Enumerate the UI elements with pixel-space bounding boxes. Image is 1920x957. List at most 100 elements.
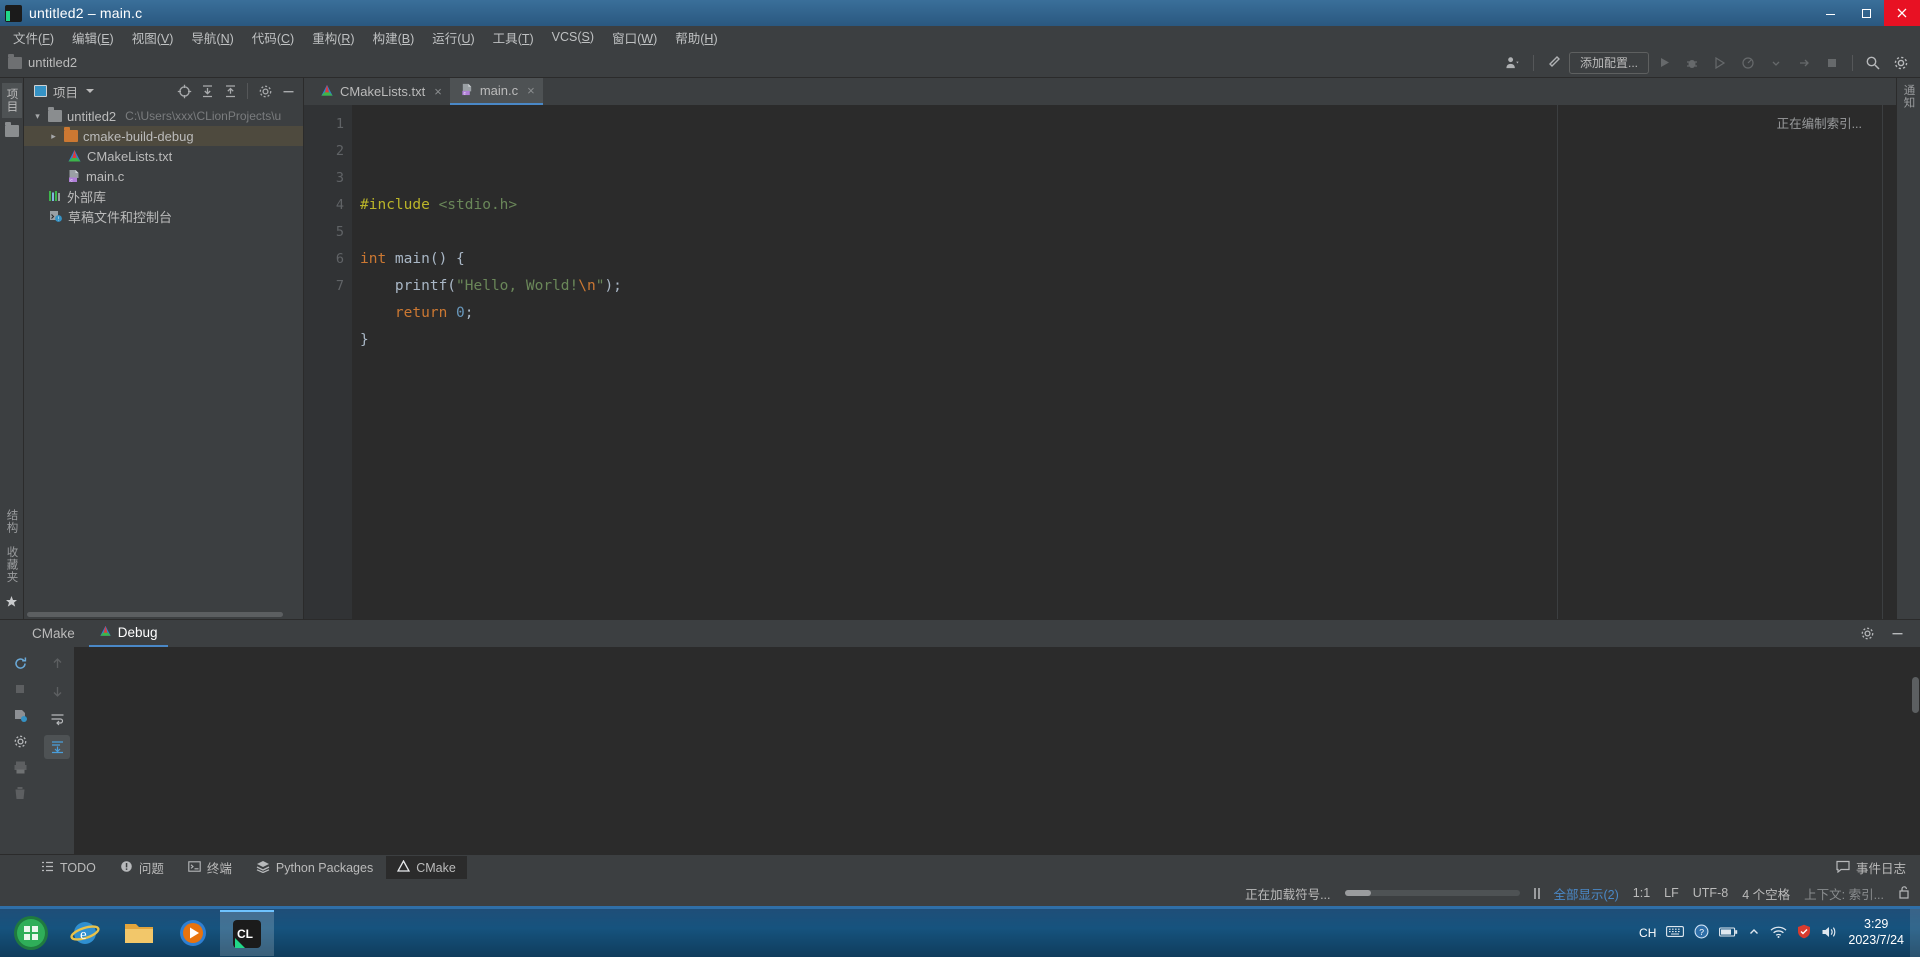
hide-minus-icon[interactable] [1884,622,1910,646]
soft-wrap-icon[interactable] [44,707,70,731]
menu-build[interactable]: 构建(B) [364,26,424,49]
minimize-button[interactable] [1812,0,1848,26]
tree-item-cmake-build-debug[interactable]: ▸ cmake-build-debug [24,126,303,146]
sidebar-item-project[interactable]: 项目 [1,83,22,118]
scroll-up-icon[interactable] [44,651,70,675]
menu-edit[interactable]: 编辑(E) [63,26,123,49]
tree-item-external-libraries[interactable]: 外部库 [24,186,303,206]
chevron-up-icon[interactable] [1748,926,1760,940]
breadcrumb[interactable]: untitled2 [8,53,77,70]
collapse-all-icon[interactable] [219,80,241,102]
tree-item-cmakelists[interactable]: CMakeLists.txt [24,146,303,166]
settings-gear-icon[interactable] [254,80,276,102]
sidebar-item-structure[interactable]: 结构 [4,509,20,534]
line-separator[interactable]: LF [1664,886,1679,900]
menu-run[interactable]: 运行(U) [423,26,483,49]
tab-cmakelists-txt[interactable]: CMakeLists.txt × [310,78,450,105]
maximize-button[interactable] [1848,0,1884,26]
bottom-tab-terminal[interactable]: 终端 [177,854,243,881]
input-method-indicator[interactable]: CH [1639,926,1656,940]
settings-gear-icon[interactable] [7,729,33,753]
tree-item-scratches-consoles[interactable]: ! 草稿文件和控制台 [24,206,303,226]
pause-icon[interactable] [1533,887,1540,899]
lock-icon[interactable] [1898,885,1910,902]
battery-icon[interactable] [1719,926,1738,941]
media-player-icon[interactable] [166,910,220,956]
folder-icon[interactable] [4,122,19,137]
settings-gear-icon[interactable] [1888,51,1914,75]
encoding[interactable]: UTF-8 [1693,886,1728,900]
project-horizontal-scrollbar[interactable] [24,610,303,619]
menu-help[interactable]: 帮助(H) [666,26,726,49]
menu-view[interactable]: 视图(V) [123,26,183,49]
debug-icon[interactable] [1679,51,1705,75]
settings-gear-icon[interactable] [1854,622,1880,646]
expand-all-icon[interactable] [196,80,218,102]
chevron-down-icon[interactable]: ▾ [32,111,43,122]
add-configuration-button[interactable]: 添加配置... [1568,51,1649,74]
show-all-link[interactable]: 全部显示(2) [1554,884,1619,903]
build-hammer-icon[interactable] [1541,51,1567,75]
stop-icon[interactable] [7,677,33,701]
chevron-right-icon[interactable]: ▸ [48,131,59,142]
event-log-button[interactable]: 事件日志 [1836,858,1920,877]
bottom-tab-cmake[interactable]: CMake [386,856,467,879]
scroll-down-icon[interactable] [44,679,70,703]
menu-vcs[interactable]: VCS(S) [543,28,603,46]
tab-cmake[interactable]: CMake [22,622,85,646]
taskbar-clock[interactable]: 3:29 2023/7/24 [1848,917,1910,948]
chevron-down-icon[interactable] [86,89,95,93]
debug-console-output[interactable] [74,647,1920,854]
delete-icon[interactable] [7,781,33,805]
sidebar-item-notifications[interactable]: 通知 [1901,84,1917,109]
volume-icon[interactable] [1821,925,1838,942]
network-icon[interactable] [1770,925,1787,941]
profile-icon[interactable] [1735,51,1761,75]
shield-icon[interactable] [1797,924,1811,942]
menu-refactor[interactable]: 重构(R) [303,26,363,49]
menu-tools[interactable]: 工具(T) [484,26,543,49]
bottom-tab-todo[interactable]: TODO [30,856,107,880]
close-button[interactable] [1884,0,1920,26]
star-icon[interactable] [5,595,18,611]
close-icon[interactable]: × [434,84,442,99]
run-with-coverage-icon[interactable] [1707,51,1733,75]
bottom-tab-problems[interactable]: 问题 [109,854,175,881]
clion-taskbar-icon[interactable]: CL [220,910,274,956]
bottom-tab-python-packages[interactable]: Python Packages [245,856,384,880]
chevron-down-icon[interactable] [1763,51,1789,75]
keyboard-icon[interactable] [1666,925,1685,941]
scroll-to-end-icon[interactable] [44,735,70,759]
menu-code[interactable]: 代码(C) [243,26,303,49]
close-icon[interactable]: × [527,83,535,98]
locate-target-icon[interactable] [173,80,195,102]
stop-icon[interactable] [1819,51,1845,75]
show-desktop-button[interactable] [1910,909,1920,957]
menu-navigate[interactable]: 导航(N) [182,26,242,49]
tab-debug[interactable]: Debug [88,621,168,647]
caret-position[interactable]: 1:1 [1633,886,1650,900]
sidebar-item-favorites[interactable]: 收藏夹 [4,546,20,584]
tree-item-untitled2[interactable]: ▾ untitled2 C:\Users\xxx\CLionProjects\u [24,106,303,126]
start-orb-icon[interactable] [4,910,58,956]
account-icon[interactable] [1500,51,1526,75]
help-icon[interactable]: ? [1694,924,1709,942]
menu-file[interactable]: 文件(F) [4,26,63,49]
file-explorer-icon[interactable] [112,910,166,956]
search-icon[interactable] [1860,51,1886,75]
attach-icon[interactable] [1791,51,1817,75]
menu-window[interactable]: 窗口(W) [603,26,666,49]
rerun-icon[interactable] [7,651,33,675]
editor-marker-strip[interactable] [1882,105,1896,619]
console-scrollbar[interactable] [1912,677,1919,713]
indent-setting[interactable]: 4 个空格 [1742,884,1790,903]
run-icon[interactable] [1651,51,1677,75]
print-icon[interactable] [7,755,33,779]
internet-explorer-icon[interactable]: e [58,910,112,956]
context-label[interactable]: 上下文: 索引... [1804,884,1884,903]
hide-minus-icon[interactable] [277,80,299,102]
tab-main-c[interactable]: c main.c × [449,78,543,105]
code-editor[interactable]: #include <stdio.h> int main() { printf("… [352,105,1882,619]
tree-item-main-c[interactable]: c main.c [24,166,303,186]
build-icon[interactable] [7,703,33,727]
